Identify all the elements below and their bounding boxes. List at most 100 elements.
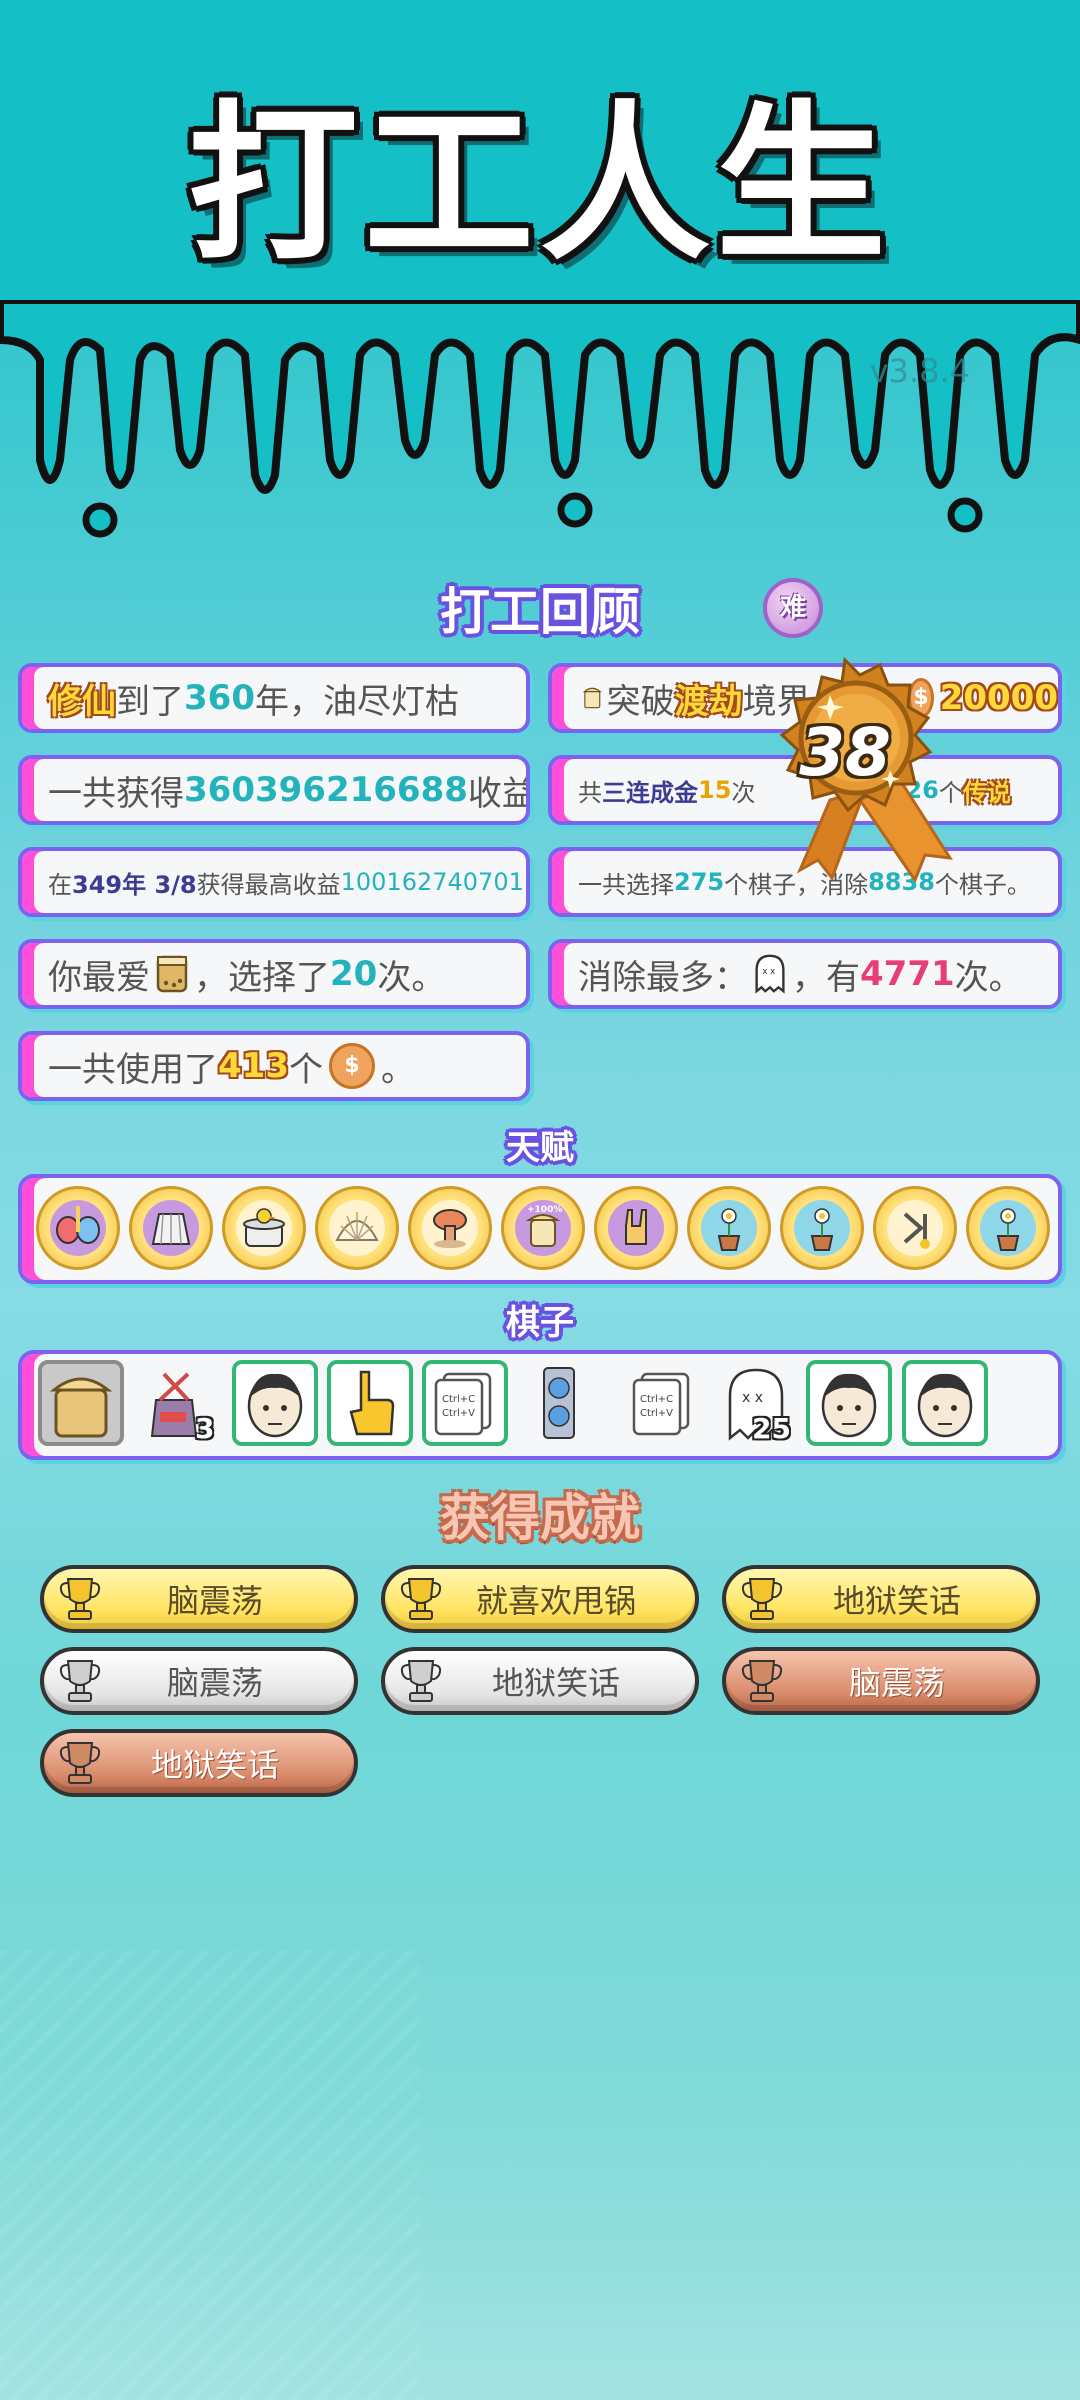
stat-card-most-eliminated: 消除最多： x x ，有 4771 次。 — [548, 939, 1062, 1009]
trophy-icon — [59, 1578, 101, 1620]
achievement-label: 脑震荡 — [166, 1582, 263, 1620]
drip-decoration — [0, 300, 1080, 538]
achievement-label: 地狱笑话 — [150, 1746, 279, 1784]
value-favorite-count: 20 — [330, 954, 378, 994]
piece-copy-paste[interactable]: Ctrl+C Ctrl+V — [620, 1360, 706, 1446]
stat-card-cultivation: 修仙 到了 360 年，油尽灯枯 — [18, 663, 530, 733]
value-realm: 渡劫 — [674, 681, 743, 722]
text-cultivation: 修仙 — [48, 681, 116, 722]
svg-text:Ctrl+C: Ctrl+C — [442, 1394, 475, 1405]
achievement-label: 地狱笑话 — [832, 1582, 961, 1620]
achievement-item[interactable]: 脑震荡 — [722, 1647, 1040, 1715]
achievement-item[interactable]: 地狱笑话 — [40, 1729, 358, 1797]
text-reached: 到了 — [116, 681, 184, 722]
stat-card-best-income: 在 349年 3/8 获得最高收益 100162740701 — [18, 847, 530, 917]
text-chose: ，选择了 — [194, 957, 330, 998]
svg-text:x x: x x — [762, 967, 775, 977]
flower-pot-icon[interactable] — [966, 1186, 1050, 1270]
value-pieces-selected: 275 — [674, 868, 725, 896]
text-total: 一共获得 — [48, 773, 184, 814]
piece-finger[interactable] — [327, 1360, 413, 1446]
achievement-item[interactable]: 脑震荡 — [40, 1565, 358, 1633]
text-income: 收益 — [467, 773, 530, 814]
text-at: 在 — [48, 870, 72, 899]
flower-pot-icon[interactable] — [687, 1186, 771, 1270]
text-selected: 一共选择 — [578, 870, 674, 899]
text-times-end-2: 次。 — [954, 957, 1023, 998]
trophy-icon — [59, 1660, 101, 1702]
achievement-item[interactable]: 地狱笑话 — [381, 1647, 699, 1715]
text-have: ，有 — [792, 957, 860, 998]
version-label: v3.8.4 — [869, 352, 970, 390]
value-coins-used: 413 — [218, 1046, 289, 1086]
review-title: 打工回顾 — [440, 583, 640, 641]
text-period: 。 — [380, 1049, 415, 1090]
svg-text:+100%: +100% — [527, 1205, 562, 1215]
stat-card-favorite: 你最爱 ，选择了 20 次。 — [18, 939, 530, 1009]
shell-icon[interactable] — [315, 1186, 399, 1270]
achievement-label: 脑震荡 — [166, 1664, 263, 1702]
achievement-label: 地狱笑话 — [491, 1664, 620, 1702]
mushroom-cloud-icon[interactable] — [408, 1186, 492, 1270]
trophy-icon — [741, 1660, 783, 1702]
achievement-label: 脑震荡 — [848, 1664, 945, 1702]
skip-icon[interactable] — [873, 1186, 957, 1270]
value-total-income: 360396216688 — [184, 770, 468, 810]
svg-text:Ctrl+C: Ctrl+C — [640, 1394, 673, 1405]
value-triple-count: 15 — [698, 776, 732, 804]
achievement-label: 就喜欢甩锅 — [475, 1582, 636, 1620]
text-best-income: 获得最高收益 — [196, 870, 341, 899]
stat-card-coins-used: 一共使用了 413 个 $ 。 — [18, 1031, 530, 1101]
rock-hand-icon[interactable] — [594, 1186, 678, 1270]
text-times-end: 次。 — [377, 957, 446, 998]
talents-title: 天赋 — [506, 1128, 574, 1168]
game-title: 打工人生 — [187, 86, 892, 284]
background-pattern — [0, 1950, 420, 2400]
coin-icon: $ — [328, 1043, 375, 1089]
text-gong: 共 — [578, 778, 602, 807]
value-years: 360 — [184, 678, 255, 718]
piece-gpu[interactable] — [528, 1360, 614, 1446]
piece-bag-count: 3 — [195, 1412, 215, 1445]
value-best-date: 349年 3/8 — [72, 870, 197, 899]
achievement-item[interactable]: 地狱笑话 — [722, 1565, 1040, 1633]
svg-text:x x: x x — [742, 1390, 763, 1406]
text-breakthrough: 突破 — [606, 681, 675, 722]
pieces-title: 棋子 — [506, 1303, 574, 1343]
piece-face[interactable] — [806, 1360, 892, 1446]
text-ge-2: 个 — [288, 1049, 323, 1090]
piece-face[interactable] — [902, 1360, 988, 1446]
stat-card-total-income: 一共获得 360396216688 收益 — [18, 755, 530, 825]
piece-copy-paste[interactable]: Ctrl+C Ctrl+V — [422, 1360, 508, 1446]
trophy-icon — [59, 1742, 101, 1784]
svg-text:Ctrl+V: Ctrl+V — [640, 1408, 673, 1419]
duck-pot-icon[interactable] — [222, 1186, 306, 1270]
value-best-income: 100162740701 — [340, 868, 524, 896]
text-legend: 传说 — [962, 778, 1011, 807]
value-most-eliminated: 4771 — [860, 954, 955, 994]
text-triple-gold: 三连成金 — [602, 778, 698, 807]
trophy-icon — [400, 1578, 442, 1620]
flower-pot-icon[interactable] — [780, 1186, 864, 1270]
cup-icon — [582, 687, 602, 709]
achievement-item[interactable]: 就喜欢甩锅 — [381, 1565, 699, 1633]
text-most-eliminated: 消除最多： — [578, 957, 748, 998]
skirt-icon[interactable] — [129, 1186, 213, 1270]
trophy-icon — [741, 1578, 783, 1620]
svg-text:Ctrl+V: Ctrl+V — [442, 1408, 475, 1419]
milk-tea-icon — [156, 955, 188, 993]
text-favorite: 你最爱 — [48, 957, 150, 998]
achievement-item[interactable]: 脑震荡 — [40, 1647, 358, 1715]
piece-face[interactable] — [232, 1360, 318, 1446]
pills-icon[interactable] — [36, 1186, 120, 1270]
piece-ghost-count: 25 — [752, 1412, 791, 1445]
piece-milk-tea[interactable] — [38, 1360, 124, 1446]
achievements-title: 获得成就 — [440, 1489, 640, 1547]
text-years-end: 年，油尽灯枯 — [254, 681, 459, 722]
text-used: 一共使用了 — [48, 1049, 218, 1090]
difficulty-badge: 难 — [763, 578, 823, 638]
ghost-icon: x x — [755, 954, 785, 994]
trophy-icon — [400, 1660, 442, 1702]
cup-plus-100-icon[interactable]: +100% — [501, 1186, 585, 1270]
medal-level: 38 — [799, 714, 891, 791]
